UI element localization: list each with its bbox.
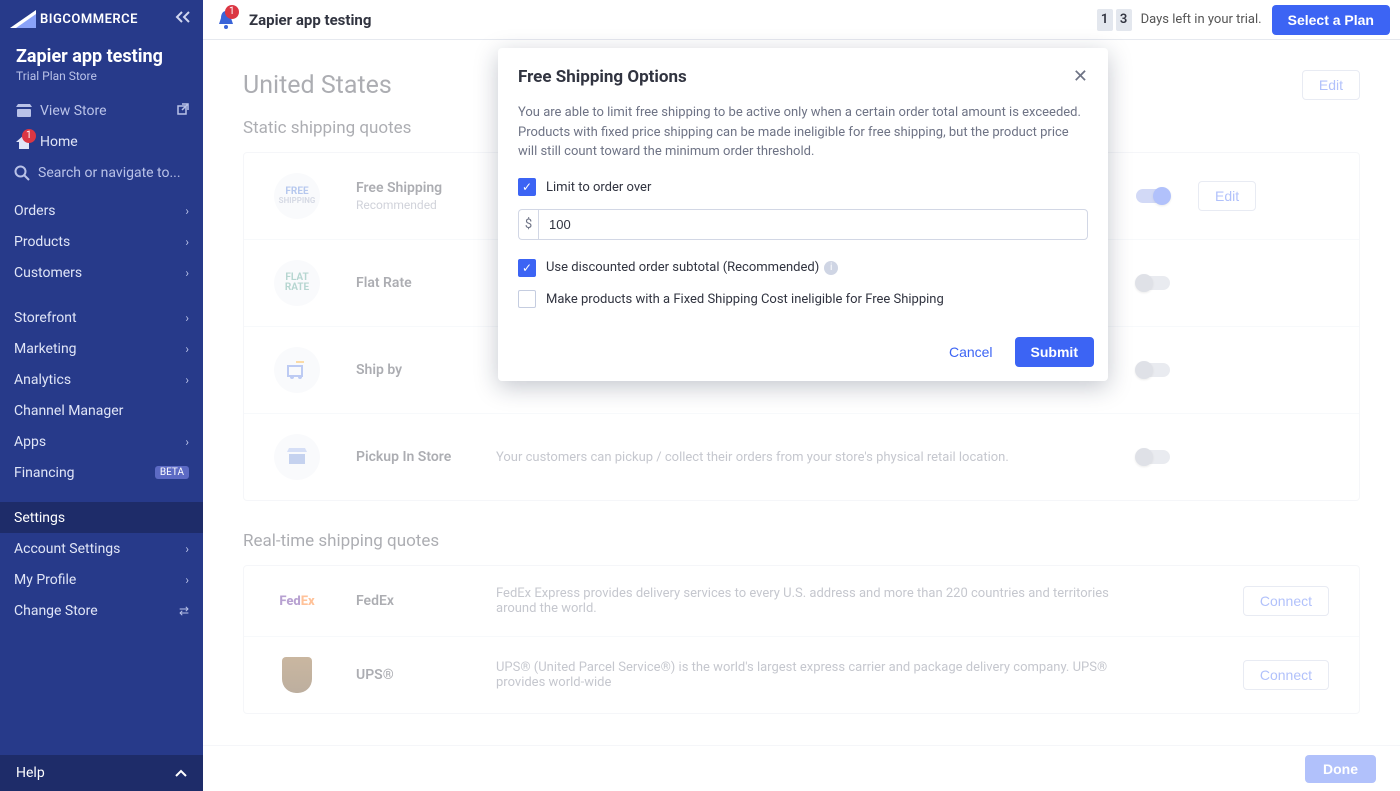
free-shipping-modal: Free Shipping Options ✕ You are able to … [498, 48, 1108, 381]
sidebar-home[interactable]: 1 Home [0, 126, 203, 157]
modal-title: Free Shipping Options [518, 67, 687, 87]
chevron-right-icon: › [185, 373, 189, 387]
home-icon: 1 [14, 135, 34, 149]
sidebar: BIGCOMMERCE Zapier app testing Trial Pla… [0, 0, 203, 791]
sidebar-change-store[interactable]: Change Store⇄ [0, 595, 203, 626]
chevron-right-icon: › [185, 311, 189, 325]
discounted-label: Use discounted order subtotal (Recommend… [546, 258, 819, 278]
sidebar-account-settings[interactable]: Account Settings› [0, 533, 203, 564]
currency-prefix: $ [518, 209, 538, 240]
chevron-up-icon [175, 766, 187, 781]
sidebar-my-profile[interactable]: My Profile› [0, 564, 203, 595]
sidebar-view-store[interactable]: View Store [0, 95, 203, 126]
submit-button[interactable]: Submit [1015, 337, 1094, 367]
sidebar-customers[interactable]: Customers› [0, 257, 203, 288]
chevron-right-icon: › [185, 542, 189, 556]
select-plan-button[interactable]: Select a Plan [1272, 5, 1390, 35]
limit-amount-input[interactable] [538, 209, 1088, 240]
sidebar-analytics[interactable]: Analytics› [0, 364, 203, 395]
trial-days: 1 3 Days left in your trial. [1097, 9, 1262, 31]
sidebar-apps[interactable]: Apps› [0, 426, 203, 457]
store-icon [14, 104, 34, 118]
fixed-cost-checkbox[interactable] [518, 290, 536, 308]
chevron-right-icon: › [185, 342, 189, 356]
limit-checkbox[interactable]: ✓ [518, 178, 536, 196]
chevron-right-icon: › [185, 204, 189, 218]
close-icon[interactable]: ✕ [1073, 66, 1088, 87]
swap-icon: ⇄ [179, 604, 189, 618]
sidebar-marketing[interactable]: Marketing› [0, 333, 203, 364]
beta-badge: BETA [155, 466, 189, 479]
limit-label: Limit to order over [546, 178, 651, 198]
sidebar-orders[interactable]: Orders› [0, 195, 203, 226]
topbar: 1 Zapier app testing 1 3 Days left in yo… [203, 0, 1400, 40]
store-block: Zapier app testing Trial Plan Store [0, 36, 203, 95]
sidebar-products[interactable]: Products› [0, 226, 203, 257]
store-plan: Trial Plan Store [16, 69, 187, 83]
sidebar-settings[interactable]: Settings [0, 502, 203, 533]
sidebar-storefront[interactable]: Storefront› [0, 302, 203, 333]
notifications-bell[interactable]: 1 [215, 9, 237, 31]
chevron-right-icon: › [185, 435, 189, 449]
store-name: Zapier app testing [16, 46, 187, 67]
modal-description: You are able to limit free shipping to b… [518, 103, 1088, 162]
collapse-sidebar-icon[interactable] [175, 10, 191, 28]
chevron-right-icon: › [185, 573, 189, 587]
sidebar-financing[interactable]: FinancingBETA [0, 457, 203, 488]
cancel-button[interactable]: Cancel [941, 337, 1001, 367]
fixed-cost-label: Make products with a Fixed Shipping Cost… [546, 290, 944, 310]
chevron-right-icon: › [185, 235, 189, 249]
sidebar-channel-manager[interactable]: Channel Manager [0, 395, 203, 426]
info-icon[interactable]: i [824, 261, 838, 275]
discounted-checkbox[interactable]: ✓ [518, 259, 536, 277]
brand-logo: BIGCOMMERCE [10, 10, 138, 28]
sidebar-search[interactable]: Search or navigate to... [0, 157, 203, 189]
store-title: Zapier app testing [249, 11, 371, 29]
sidebar-help[interactable]: Help [0, 755, 203, 791]
search-icon [14, 165, 30, 181]
brand-text: BIGCOMMERCE [40, 12, 138, 27]
external-icon [177, 103, 189, 118]
chevron-right-icon: › [185, 266, 189, 280]
